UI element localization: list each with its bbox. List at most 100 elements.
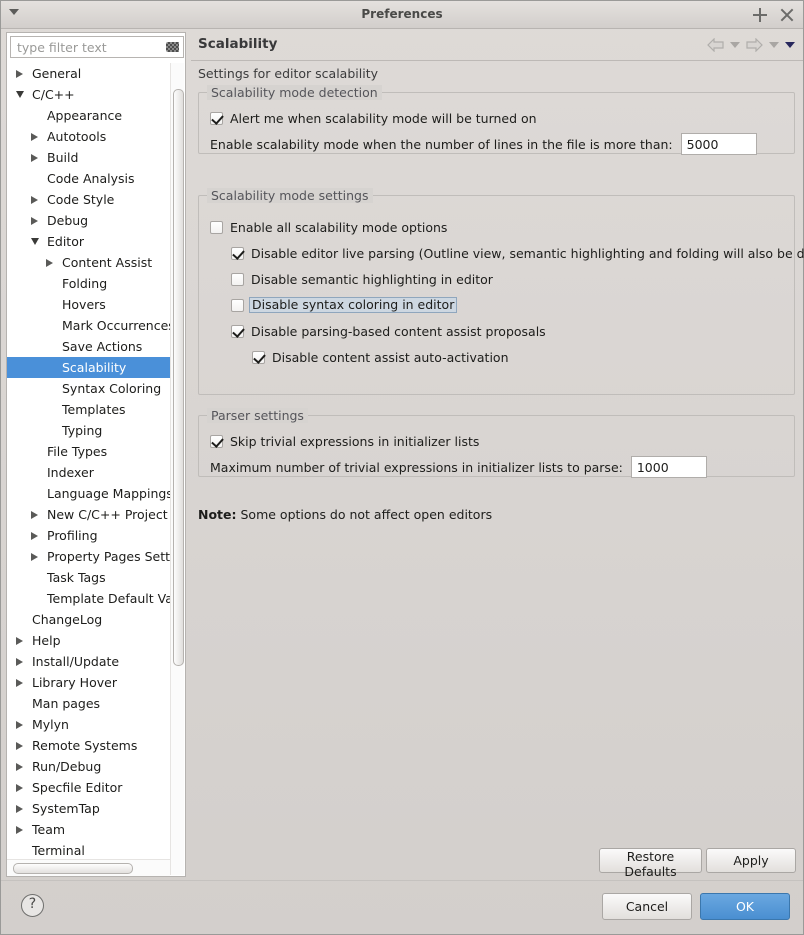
view-menu-chevron-down-icon[interactable] <box>785 41 795 48</box>
sidebar-item-hovers[interactable]: Hovers <box>7 294 170 315</box>
sidebar-item-scalability[interactable]: Scalability <box>7 357 170 378</box>
max-trivial-expressions-input[interactable] <box>630 456 707 478</box>
arrow-right-icon[interactable] <box>746 37 763 52</box>
sidebar-item-mark-occurrences[interactable]: Mark Occurrences <box>7 315 170 336</box>
disable-semantic-highlighting-checkbox[interactable] <box>231 272 244 286</box>
tree-expand-arrow-right-icon[interactable] <box>16 658 23 666</box>
tree-expand-arrow-right-icon[interactable] <box>16 805 23 813</box>
disable-live-parsing-checkbox-row[interactable]: Disable editor live parsing (Outline vie… <box>231 244 804 262</box>
sidebar-item-systemtap[interactable]: SystemTap <box>7 798 170 819</box>
tree-expand-arrow-right-icon[interactable] <box>16 784 23 792</box>
enable-all-options-checkbox-row[interactable]: Enable all scalability mode options <box>210 218 447 236</box>
enable-all-options-checkbox[interactable] <box>210 220 223 234</box>
sidebar-item-changelog[interactable]: ChangeLog <box>7 609 170 630</box>
sidebar-item-debug[interactable]: Debug <box>7 210 170 231</box>
tree-expand-arrow-down-icon[interactable] <box>16 91 24 98</box>
search-input[interactable] <box>10 36 184 58</box>
disable-parsing-content-assist-checkbox-row[interactable]: Disable parsing-based content assist pro… <box>231 322 546 340</box>
clear-filter-icon[interactable] <box>166 42 179 52</box>
disable-parsing-content-assist-checkbox[interactable] <box>231 324 244 338</box>
maximize-button[interactable] <box>753 7 767 22</box>
sidebar-item-file-types[interactable]: File Types <box>7 441 170 462</box>
forward-history-chevron-down-icon[interactable] <box>769 41 779 48</box>
disable-live-parsing-checkbox[interactable] <box>231 246 244 260</box>
sidebar-item-profiling[interactable]: Profiling <box>7 525 170 546</box>
disable-content-assist-autoactivation-checkbox[interactable] <box>252 350 265 364</box>
tree-expand-arrow-down-icon[interactable] <box>31 238 39 245</box>
disable-content-assist-autoactivation-label: Disable content assist auto-activation <box>272 349 509 365</box>
tree-expand-arrow-right-icon[interactable] <box>31 133 38 141</box>
sidebar-item-syntax-coloring[interactable]: Syntax Coloring <box>7 378 170 399</box>
sidebar-item-code-style[interactable]: Code Style <box>7 189 170 210</box>
skip-trivial-expressions-label: Skip trivial expressions in initializer … <box>230 433 480 449</box>
sidebar-item-remote-systems[interactable]: Remote Systems <box>7 735 170 756</box>
tree-expand-arrow-right-icon[interactable] <box>16 763 23 771</box>
tree-expand-arrow-right-icon[interactable] <box>16 742 23 750</box>
tree-expand-arrow-right-icon[interactable] <box>16 70 23 78</box>
sidebar-item-man-pages[interactable]: Man pages <box>7 693 170 714</box>
sidebar-item-c-c[interactable]: C/C++ <box>7 84 170 105</box>
arrow-left-icon[interactable] <box>707 37 724 52</box>
sidebar-item-build[interactable]: Build <box>7 147 170 168</box>
sidebar-item-terminal[interactable]: Terminal <box>7 840 170 861</box>
sidebar-item-team[interactable]: Team <box>7 819 170 840</box>
sidebar-item-content-assist[interactable]: Content Assist <box>7 252 170 273</box>
apply-button[interactable]: Apply <box>706 848 796 873</box>
tree-expand-arrow-right-icon[interactable] <box>16 721 23 729</box>
tree-expand-arrow-right-icon[interactable] <box>16 679 23 687</box>
disable-syntax-coloring-checkbox[interactable] <box>231 298 244 312</box>
sidebar-item-specfile-editor[interactable]: Specfile Editor <box>7 777 170 798</box>
tree-expand-arrow-right-icon[interactable] <box>16 637 23 645</box>
tree-expand-arrow-right-icon[interactable] <box>46 259 53 267</box>
sidebar-item-property-pages-settin[interactable]: Property Pages Settin <box>7 546 170 567</box>
sidebar-item-language-mappings[interactable]: Language Mappings <box>7 483 170 504</box>
tree-horizontal-scrollbar-thumb[interactable] <box>13 863 133 874</box>
tree-vertical-scrollbar-thumb[interactable] <box>173 89 184 666</box>
filter-field-wrapper <box>10 36 184 58</box>
disable-semantic-highlighting-checkbox-row[interactable]: Disable semantic highlighting in editor <box>231 270 493 288</box>
alert-scalability-mode-checkbox[interactable] <box>210 111 223 125</box>
tree-expand-arrow-right-icon[interactable] <box>31 532 38 540</box>
sidebar-item-install-update[interactable]: Install/Update <box>7 651 170 672</box>
sidebar-item-label: Hovers <box>62 297 106 312</box>
sidebar-item-appearance[interactable]: Appearance <box>7 105 170 126</box>
close-button[interactable] <box>780 8 794 22</box>
back-history-chevron-down-icon[interactable] <box>730 41 740 48</box>
sidebar-item-autotools[interactable]: Autotools <box>7 126 170 147</box>
sidebar-item-general[interactable]: General <box>7 63 170 84</box>
sidebar-item-run-debug[interactable]: Run/Debug <box>7 756 170 777</box>
tree-expand-arrow-right-icon[interactable] <box>31 196 38 204</box>
sidebar-item-code-analysis[interactable]: Code Analysis <box>7 168 170 189</box>
sidebar-item-template-default-valu[interactable]: Template Default Valu <box>7 588 170 609</box>
question-mark-icon[interactable]: ? <box>21 894 44 917</box>
cancel-button[interactable]: Cancel <box>602 893 692 920</box>
sidebar-item-templates[interactable]: Templates <box>7 399 170 420</box>
disable-semantic-highlighting-label: Disable semantic highlighting in editor <box>251 271 493 287</box>
page-navigation <box>707 29 795 60</box>
alert-scalability-mode-checkbox-row[interactable]: Alert me when scalability mode will be t… <box>210 109 537 127</box>
tree-expand-arrow-right-icon[interactable] <box>31 154 38 162</box>
tree-expand-arrow-right-icon[interactable] <box>31 553 38 561</box>
tree-horizontal-scrollbar[interactable] <box>7 859 170 876</box>
skip-trivial-expressions-checkbox-row[interactable]: Skip trivial expressions in initializer … <box>210 432 479 450</box>
sidebar-item-help[interactable]: Help <box>7 630 170 651</box>
tree-vertical-scrollbar[interactable] <box>170 63 184 875</box>
sidebar-item-new-c-c-project-w[interactable]: New C/C++ Project W <box>7 504 170 525</box>
skip-trivial-expressions-checkbox[interactable] <box>210 434 223 448</box>
sidebar-item-folding[interactable]: Folding <box>7 273 170 294</box>
ok-button[interactable]: OK <box>700 893 790 920</box>
restore-defaults-button[interactable]: Restore Defaults <box>599 848 702 879</box>
tree-expand-arrow-right-icon[interactable] <box>16 826 23 834</box>
sidebar-item-task-tags[interactable]: Task Tags <box>7 567 170 588</box>
lines-threshold-input[interactable] <box>680 133 757 155</box>
sidebar-item-library-hover[interactable]: Library Hover <box>7 672 170 693</box>
sidebar-item-editor[interactable]: Editor <box>7 231 170 252</box>
sidebar-item-indexer[interactable]: Indexer <box>7 462 170 483</box>
sidebar-item-typing[interactable]: Typing <box>7 420 170 441</box>
disable-content-assist-autoactivation-checkbox-row[interactable]: Disable content assist auto-activation <box>252 348 509 366</box>
sidebar-item-mylyn[interactable]: Mylyn <box>7 714 170 735</box>
sidebar-item-save-actions[interactable]: Save Actions <box>7 336 170 357</box>
disable-syntax-coloring-checkbox-row[interactable]: Disable syntax coloring in editor <box>231 296 458 314</box>
tree-expand-arrow-right-icon[interactable] <box>31 511 38 519</box>
tree-expand-arrow-right-icon[interactable] <box>31 217 38 225</box>
